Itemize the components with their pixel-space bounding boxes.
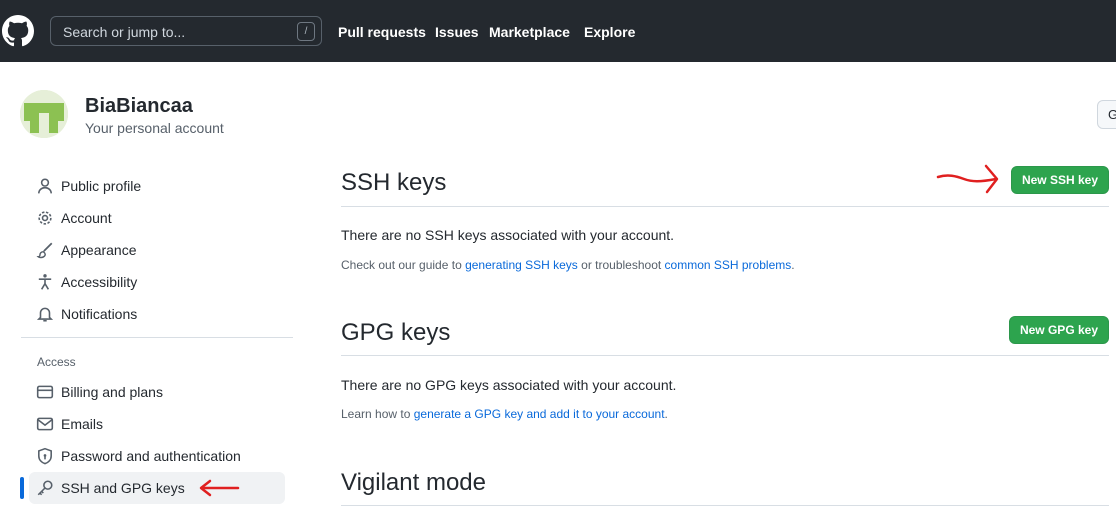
github-logo-icon[interactable] xyxy=(2,15,34,47)
new-gpg-key-button[interactable]: New GPG key xyxy=(1009,316,1109,344)
sidebar-item-public-profile[interactable]: Public profile xyxy=(29,170,285,202)
new-ssh-key-button[interactable]: New SSH key xyxy=(1011,166,1109,194)
search-input[interactable]: Search or jump to... / xyxy=(50,16,322,46)
annotation-arrow-ssh-icon xyxy=(936,164,999,194)
annotation-arrow-sidebar-icon xyxy=(199,479,240,497)
gpg-section-divider xyxy=(341,355,1109,356)
gpg-help-suffix: . xyxy=(664,407,668,421)
credit-card-icon xyxy=(36,385,54,399)
search-placeholder: Search or jump to... xyxy=(63,24,186,40)
vigilant-section-divider xyxy=(341,505,1109,506)
sidebar-divider xyxy=(21,337,293,338)
ssh-keys-title: SSH keys xyxy=(341,169,447,196)
ssh-help-middle: or troubleshoot xyxy=(577,258,665,272)
person-icon xyxy=(38,178,52,194)
account-subtitle: Your personal account xyxy=(85,120,224,136)
gear-icon xyxy=(38,211,52,225)
top-header: Search or jump to... / Pull requests Iss… xyxy=(0,0,1116,62)
sidebar-item-label: Password and authentication xyxy=(61,448,241,464)
ssh-section-divider xyxy=(341,206,1109,207)
ssh-empty-message: There are no SSH keys associated with yo… xyxy=(341,227,675,243)
sidebar-item-label: Appearance xyxy=(61,242,137,258)
common-ssh-problems-link[interactable]: common SSH problems xyxy=(665,258,792,272)
shield-icon xyxy=(38,447,52,465)
sidebar-item-label: Account xyxy=(61,210,112,226)
sidebar-item-label: Public profile xyxy=(61,178,142,194)
sidebar-item-billing[interactable]: Billing and plans xyxy=(29,376,285,408)
sidebar-item-account[interactable]: Account xyxy=(29,202,285,234)
avatar[interactable] xyxy=(20,90,68,138)
sidebar-item-label: Notifications xyxy=(61,306,138,322)
account-name[interactable]: BiaBiancaa xyxy=(85,95,193,118)
accessibility-icon xyxy=(38,274,52,290)
key-icon xyxy=(37,480,53,496)
sidebar-item-notifications[interactable]: Notifications xyxy=(29,298,285,330)
go-to-profile-button[interactable]: G xyxy=(1097,100,1116,129)
nav-marketplace[interactable]: Marketplace xyxy=(489,24,570,40)
ssh-help-text: Check out our guide to generating SSH ke… xyxy=(341,258,795,272)
vigilant-mode-title: Vigilant mode xyxy=(341,469,486,496)
nav-issues[interactable]: Issues xyxy=(435,24,479,40)
sidebar-selected-indicator xyxy=(20,477,24,499)
gpg-help-prefix: Learn how to xyxy=(341,407,414,421)
sidebar-item-label: SSH and GPG keys xyxy=(61,480,185,496)
ssh-help-suffix: . xyxy=(791,258,795,272)
nav-pull-requests[interactable]: Pull requests xyxy=(338,24,426,40)
mail-icon xyxy=(36,417,54,431)
gpg-keys-title: GPG keys xyxy=(341,319,451,346)
search-shortcut-key: / xyxy=(297,22,315,41)
bell-icon xyxy=(36,307,54,322)
sidebar-item-accessibility[interactable]: Accessibility xyxy=(29,266,285,298)
nav-explore[interactable]: Explore xyxy=(584,24,635,40)
sidebar-heading-access: Access xyxy=(37,355,76,369)
sidebar-item-label: Accessibility xyxy=(61,274,138,290)
sidebar-item-appearance[interactable]: Appearance xyxy=(29,234,285,266)
sidebar-item-label: Billing and plans xyxy=(61,384,163,400)
avatar-identicon xyxy=(20,90,68,138)
sidebar-item-label: Emails xyxy=(61,416,104,432)
sidebar-item-ssh-gpg-keys[interactable]: SSH and GPG keys xyxy=(29,472,285,504)
generate-gpg-key-link[interactable]: generate a GPG key and add it to your ac… xyxy=(414,407,665,421)
sidebar-item-emails[interactable]: Emails xyxy=(29,408,285,440)
sidebar-item-password-authentication[interactable]: Password and authentication xyxy=(29,440,285,472)
gpg-empty-message: There are no GPG keys associated with yo… xyxy=(341,377,677,393)
ssh-help-prefix: Check out our guide to xyxy=(341,258,466,272)
paintbrush-icon xyxy=(36,242,53,259)
generating-ssh-keys-link[interactable]: generating SSH keys xyxy=(465,258,578,272)
gpg-help-text: Learn how to generate a GPG key and add … xyxy=(341,407,668,421)
